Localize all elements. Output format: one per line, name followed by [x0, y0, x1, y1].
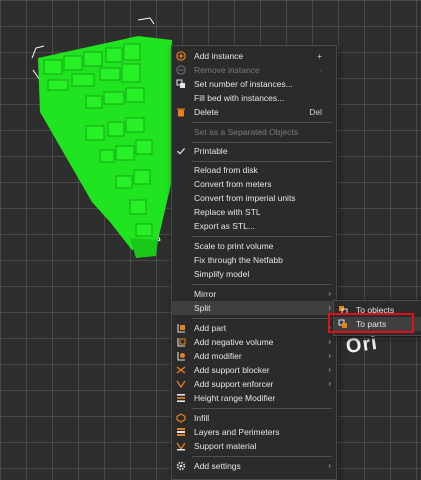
infill-icon	[176, 413, 186, 423]
menu-item-add-support-enforcer[interactable]: Add support enforcer ›	[172, 377, 336, 391]
modifier-icon	[176, 351, 186, 361]
menu-item-infill[interactable]: Infill	[172, 411, 336, 425]
menu-separator	[192, 122, 332, 123]
instances-icon	[176, 79, 186, 89]
layers-icon	[176, 427, 186, 437]
negative-volume-icon	[176, 337, 186, 347]
menu-item-convert-meters[interactable]: Convert from meters	[172, 177, 336, 191]
support-enforcer-icon	[176, 379, 186, 389]
menu-item-height-range-modifier[interactable]: Height range Modifier	[172, 391, 336, 405]
menu-item-remove-instance[interactable]: Remove instance -	[172, 63, 336, 77]
add-part-icon	[176, 323, 186, 333]
menu-item-simplify-model[interactable]: Simplify model	[172, 267, 336, 281]
menu-item-fix-netfabb[interactable]: Fix through the Netfabb	[172, 253, 336, 267]
trash-icon	[176, 107, 186, 117]
menu-item-replace-stl[interactable]: Replace with STL	[172, 205, 336, 219]
support-blocker-icon	[176, 365, 186, 375]
menu-item-layers-perimeters[interactable]: Layers and Perimeters	[172, 425, 336, 439]
chevron-right-icon: ›	[328, 461, 331, 470]
menu-item-add-instance[interactable]: Add instance +	[172, 49, 336, 63]
menu-separator	[192, 284, 332, 285]
menu-item-add-support-blocker[interactable]: Add support blocker ›	[172, 363, 336, 377]
menu-item-scale-to-volume[interactable]: Scale to print volume	[172, 239, 336, 253]
menu-item-add-modifier[interactable]: Add modifier ›	[172, 349, 336, 363]
menu-item-printable[interactable]: Printable	[172, 144, 336, 158]
menu-separator	[192, 142, 332, 143]
menu-item-support-material[interactable]: Support material	[172, 439, 336, 453]
menu-separator	[192, 236, 332, 237]
gear-icon	[176, 461, 186, 471]
check-icon	[176, 146, 186, 156]
height-range-icon	[176, 393, 186, 403]
green-model[interactable]	[38, 36, 172, 258]
menu-item-split[interactable]: Split ›	[172, 301, 336, 315]
menu-separator	[192, 161, 332, 162]
minus-circle-icon	[176, 65, 186, 75]
support-material-icon	[176, 441, 186, 451]
callout-highlight-box	[328, 313, 414, 333]
menu-item-fill-bed[interactable]: Fill bed with instances...	[172, 91, 336, 105]
chevron-right-icon: ›	[328, 379, 331, 388]
context-menu: Add instance + Remove instance - Set num…	[171, 45, 337, 480]
menu-item-reload-from-disk[interactable]: Reload from disk	[172, 163, 336, 177]
menu-item-add-part[interactable]: Add part ›	[172, 321, 336, 335]
menu-item-mirror[interactable]: Mirror ›	[172, 287, 336, 301]
chevron-right-icon: ›	[328, 289, 331, 298]
chevron-right-icon: ›	[328, 365, 331, 374]
menu-item-delete[interactable]: Delete Del	[172, 105, 336, 119]
chevron-right-icon: ›	[328, 351, 331, 360]
menu-item-separated-objects[interactable]: Set as a Separated Objects	[172, 125, 336, 139]
menu-item-set-number-instances[interactable]: Set number of instances...	[172, 77, 336, 91]
menu-item-add-settings[interactable]: Add settings ›	[172, 459, 336, 473]
menu-item-add-negative-volume[interactable]: Add negative volume ›	[172, 335, 336, 349]
menu-separator	[192, 318, 332, 319]
chevron-right-icon: ›	[328, 337, 331, 346]
menu-separator	[192, 456, 332, 457]
menu-separator	[192, 408, 332, 409]
menu-item-convert-imperial[interactable]: Convert from imperial units	[172, 191, 336, 205]
plus-circle-icon	[176, 51, 186, 61]
menu-item-export-stl[interactable]: Export as STL...	[172, 219, 336, 233]
